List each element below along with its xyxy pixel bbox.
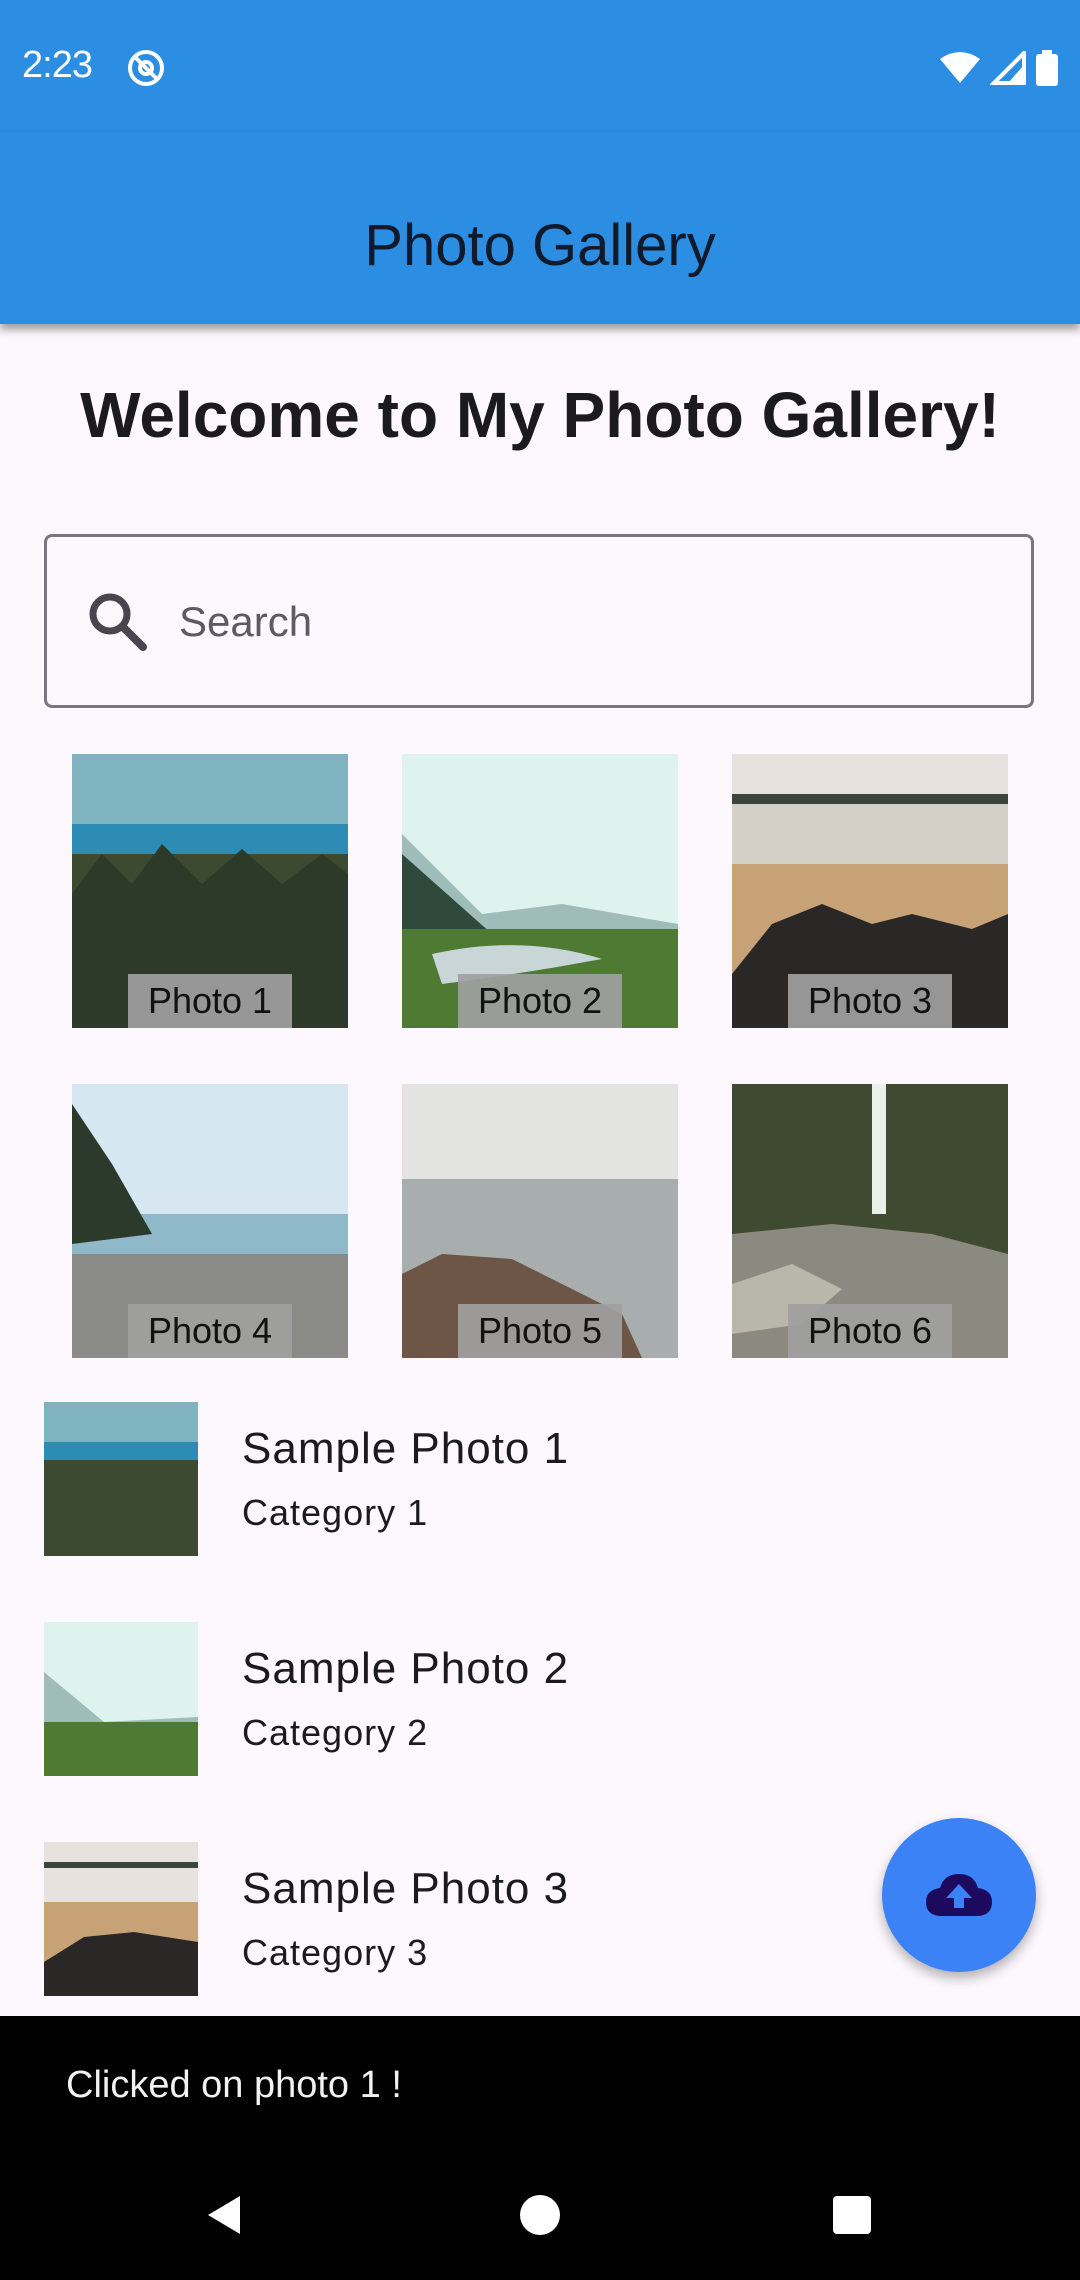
grid-photo-3[interactable]: Photo 3 bbox=[732, 754, 1008, 1028]
app-bar-title: Photo Gallery bbox=[364, 213, 716, 278]
list-thumbnail bbox=[44, 1842, 198, 1996]
page-title: Welcome to My Photo Gallery! bbox=[80, 379, 1000, 451]
snackbar: Clicked on photo 1 ! bbox=[0, 2016, 1080, 2148]
photo-caption: Photo 1 bbox=[128, 974, 292, 1028]
battery-icon bbox=[1036, 50, 1058, 86]
photo-caption: Photo 3 bbox=[788, 974, 952, 1028]
home-icon[interactable] bbox=[513, 2188, 567, 2242]
upload-button[interactable] bbox=[882, 1818, 1036, 1972]
grid-photo-1[interactable]: Photo 1 bbox=[72, 754, 348, 1028]
photo-caption: Photo 6 bbox=[788, 1304, 952, 1358]
status-icons bbox=[940, 48, 1058, 88]
app-bar: Photo Gallery bbox=[0, 132, 1080, 324]
snackbar-message: Clicked on photo 1 ! bbox=[66, 2064, 402, 2106]
list-item[interactable]: Sample Photo 2 Category 2 bbox=[44, 1622, 1044, 1776]
at-sign-icon bbox=[128, 50, 164, 86]
list-item-title: Sample Photo 2 bbox=[242, 1644, 570, 1693]
search-field[interactable] bbox=[44, 534, 1034, 708]
wifi-icon bbox=[940, 52, 980, 83]
search-input[interactable] bbox=[177, 537, 1011, 707]
list-item-title: Sample Photo 3 bbox=[242, 1864, 570, 1913]
signal-icon bbox=[990, 51, 1026, 85]
grid-photo-6[interactable]: Photo 6 bbox=[732, 1084, 1008, 1358]
search-icon bbox=[89, 593, 147, 651]
list-item-subtitle: Category 3 bbox=[242, 1932, 429, 1973]
list-item-subtitle: Category 1 bbox=[242, 1492, 429, 1533]
status-bar: 2:23 bbox=[0, 0, 1080, 132]
status-time: 2:23 bbox=[22, 44, 93, 86]
list-item-subtitle: Category 2 bbox=[242, 1712, 429, 1753]
list-item[interactable]: Sample Photo 1 Category 1 bbox=[44, 1402, 1044, 1556]
cloud-upload-icon bbox=[926, 1874, 992, 1916]
grid-photo-5[interactable]: Photo 5 bbox=[402, 1084, 678, 1358]
photo-caption: Photo 4 bbox=[128, 1304, 292, 1358]
recents-icon[interactable] bbox=[825, 2188, 879, 2242]
back-icon[interactable] bbox=[198, 2188, 252, 2242]
system-nav-bar bbox=[0, 2148, 1080, 2280]
list-item-title: Sample Photo 1 bbox=[242, 1424, 570, 1473]
grid-photo-2[interactable]: Photo 2 bbox=[402, 754, 678, 1028]
list-thumbnail bbox=[44, 1402, 198, 1556]
photo-caption: Photo 5 bbox=[458, 1304, 622, 1358]
grid-photo-4[interactable]: Photo 4 bbox=[72, 1084, 348, 1358]
list-thumbnail bbox=[44, 1622, 198, 1776]
photo-caption: Photo 2 bbox=[458, 974, 622, 1028]
